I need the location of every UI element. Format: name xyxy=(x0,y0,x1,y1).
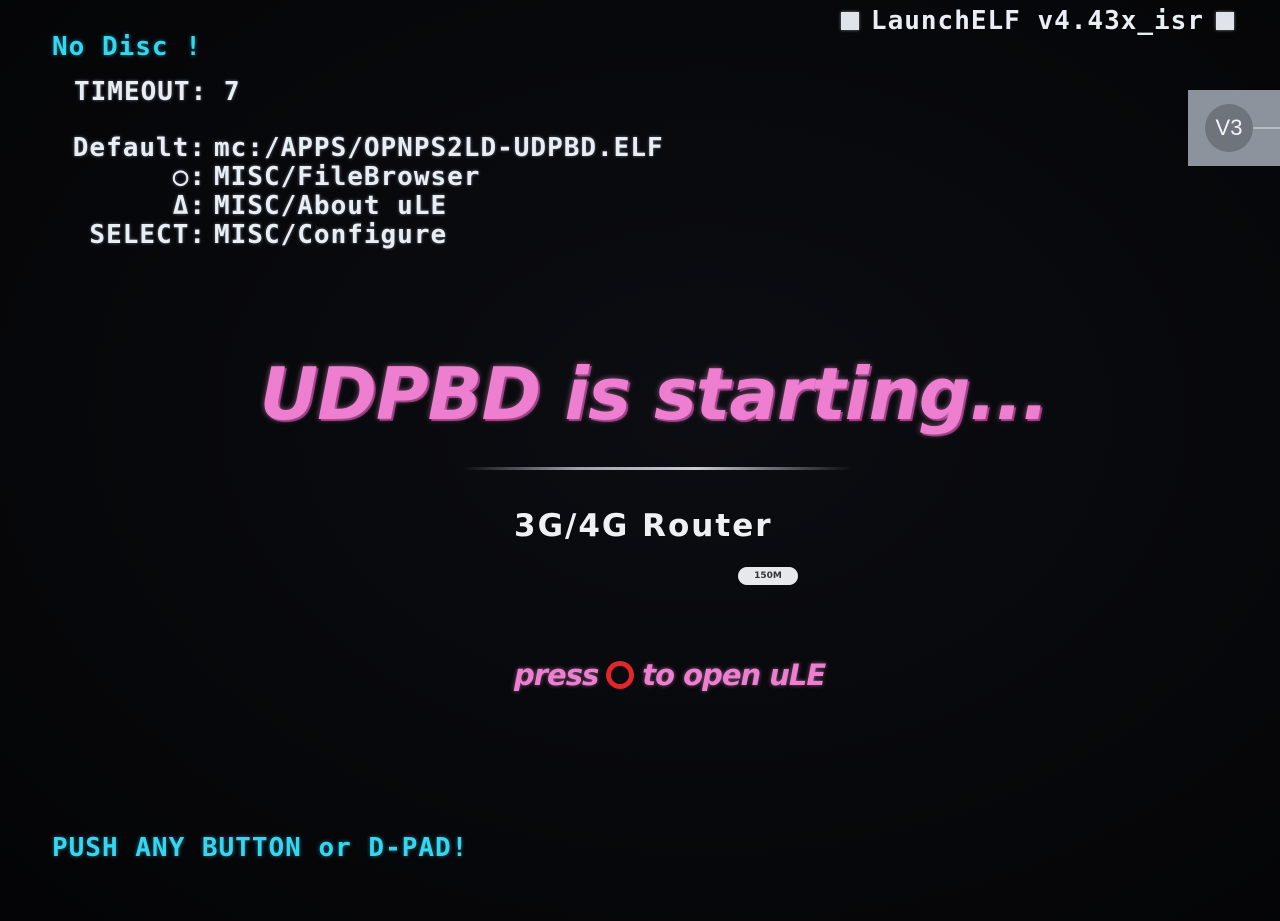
launch-path: MISC/Configure xyxy=(214,220,448,250)
press-text: press xyxy=(514,658,599,692)
launch-item-triangle[interactable]: Δ: MISC/About uLE xyxy=(60,192,664,221)
launch-key: SELECT: xyxy=(89,220,206,250)
app-title: LaunchELF v4.43x_isr xyxy=(870,6,1204,36)
v3-overlay-badge[interactable]: V3 xyxy=(1188,90,1280,166)
launch-key: Default: xyxy=(72,133,206,163)
launch-key: Δ: xyxy=(172,191,206,221)
badge-divider xyxy=(1253,127,1280,129)
press-prompt: press to open uLE xyxy=(514,658,826,692)
launch-item-select[interactable]: SELECT: MISC/Configure xyxy=(60,221,664,250)
v3-label: V3 xyxy=(1205,104,1253,152)
launch-item-circle[interactable]: ○: MISC/FileBrowser xyxy=(60,163,664,192)
launch-path: mc:/APPS/OPNPS2LD-UDPBD.ELF xyxy=(214,133,664,163)
push-hint: PUSH ANY BUTTON or D-PAD! xyxy=(52,833,469,863)
disc-status: No Disc ! xyxy=(52,32,202,62)
press-text-after: to open uLE xyxy=(642,658,826,692)
launch-path: MISC/About uLE xyxy=(214,191,448,221)
launch-key: ○: xyxy=(172,162,206,192)
router-label: 3G/4G Router xyxy=(514,508,773,544)
launch-list: Default: mc:/APPS/OPNPS2LD-UDPBD.ELF ○: … xyxy=(60,134,664,250)
circle-button-icon xyxy=(606,661,635,689)
splash-divider xyxy=(462,467,852,470)
square-icon xyxy=(1216,12,1234,30)
timeout-label: TIMEOUT: xyxy=(74,77,208,107)
splash-title: UDPBD is starting... xyxy=(259,352,1050,436)
timeout-value: 7 xyxy=(223,77,241,107)
speed-badge: 150M xyxy=(738,567,798,585)
square-icon xyxy=(840,12,859,30)
launch-item-default[interactable]: Default: mc:/APPS/OPNPS2LD-UDPBD.ELF xyxy=(60,134,664,163)
timeout-row: TIMEOUT: 7 xyxy=(74,77,241,107)
title-bar: LaunchELF v4.43x_isr xyxy=(840,6,1234,36)
launch-path: MISC/FileBrowser xyxy=(214,162,481,192)
